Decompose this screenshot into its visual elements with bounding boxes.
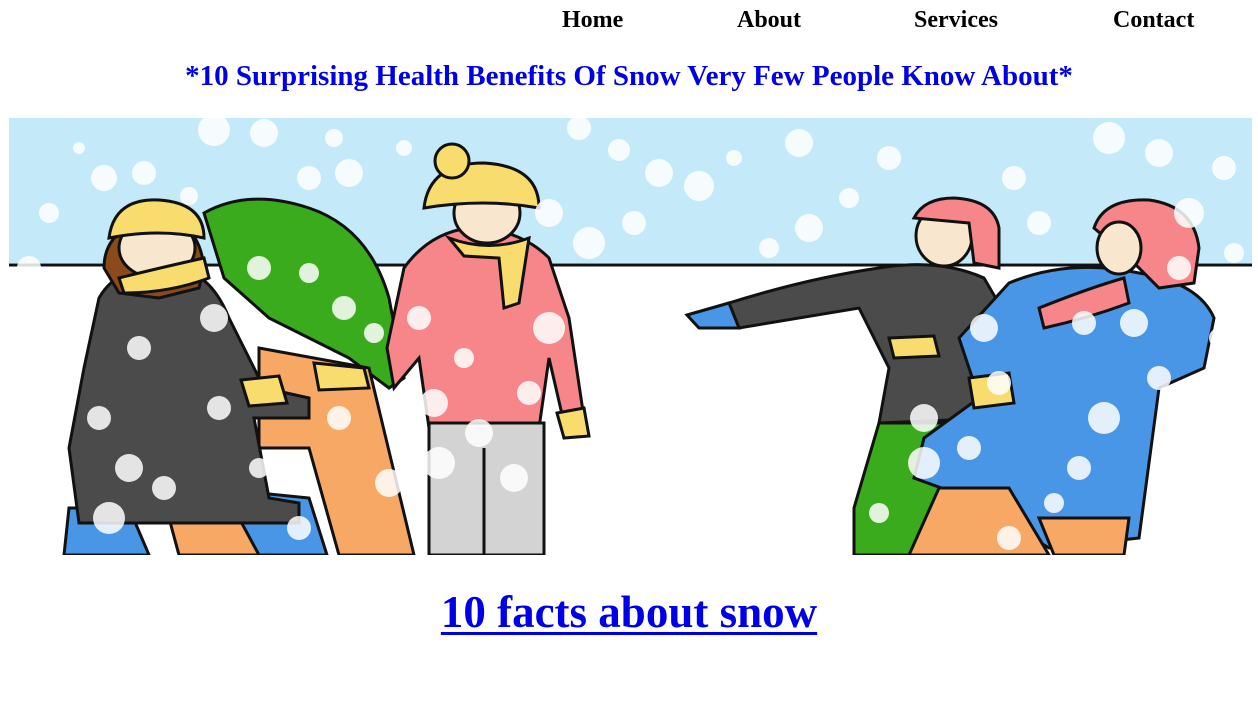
hero-image	[9, 118, 1252, 555]
nav-about-link[interactable]: About	[737, 5, 801, 35]
facts-link[interactable]: 10 facts about snow	[441, 587, 817, 637]
page-headline: *10 Surprising Health Benefits Of Snow V…	[185, 60, 1073, 92]
top-nav: Home About Services Contact	[0, 0, 1258, 40]
nav-contact-link[interactable]: Contact	[1113, 5, 1194, 35]
nav-services-link[interactable]: Services	[914, 5, 998, 35]
nav-home-link[interactable]: Home	[562, 5, 623, 35]
snowball-fight-illustration	[9, 118, 1252, 555]
facts-heading: 10 facts about snow	[0, 586, 1258, 638]
